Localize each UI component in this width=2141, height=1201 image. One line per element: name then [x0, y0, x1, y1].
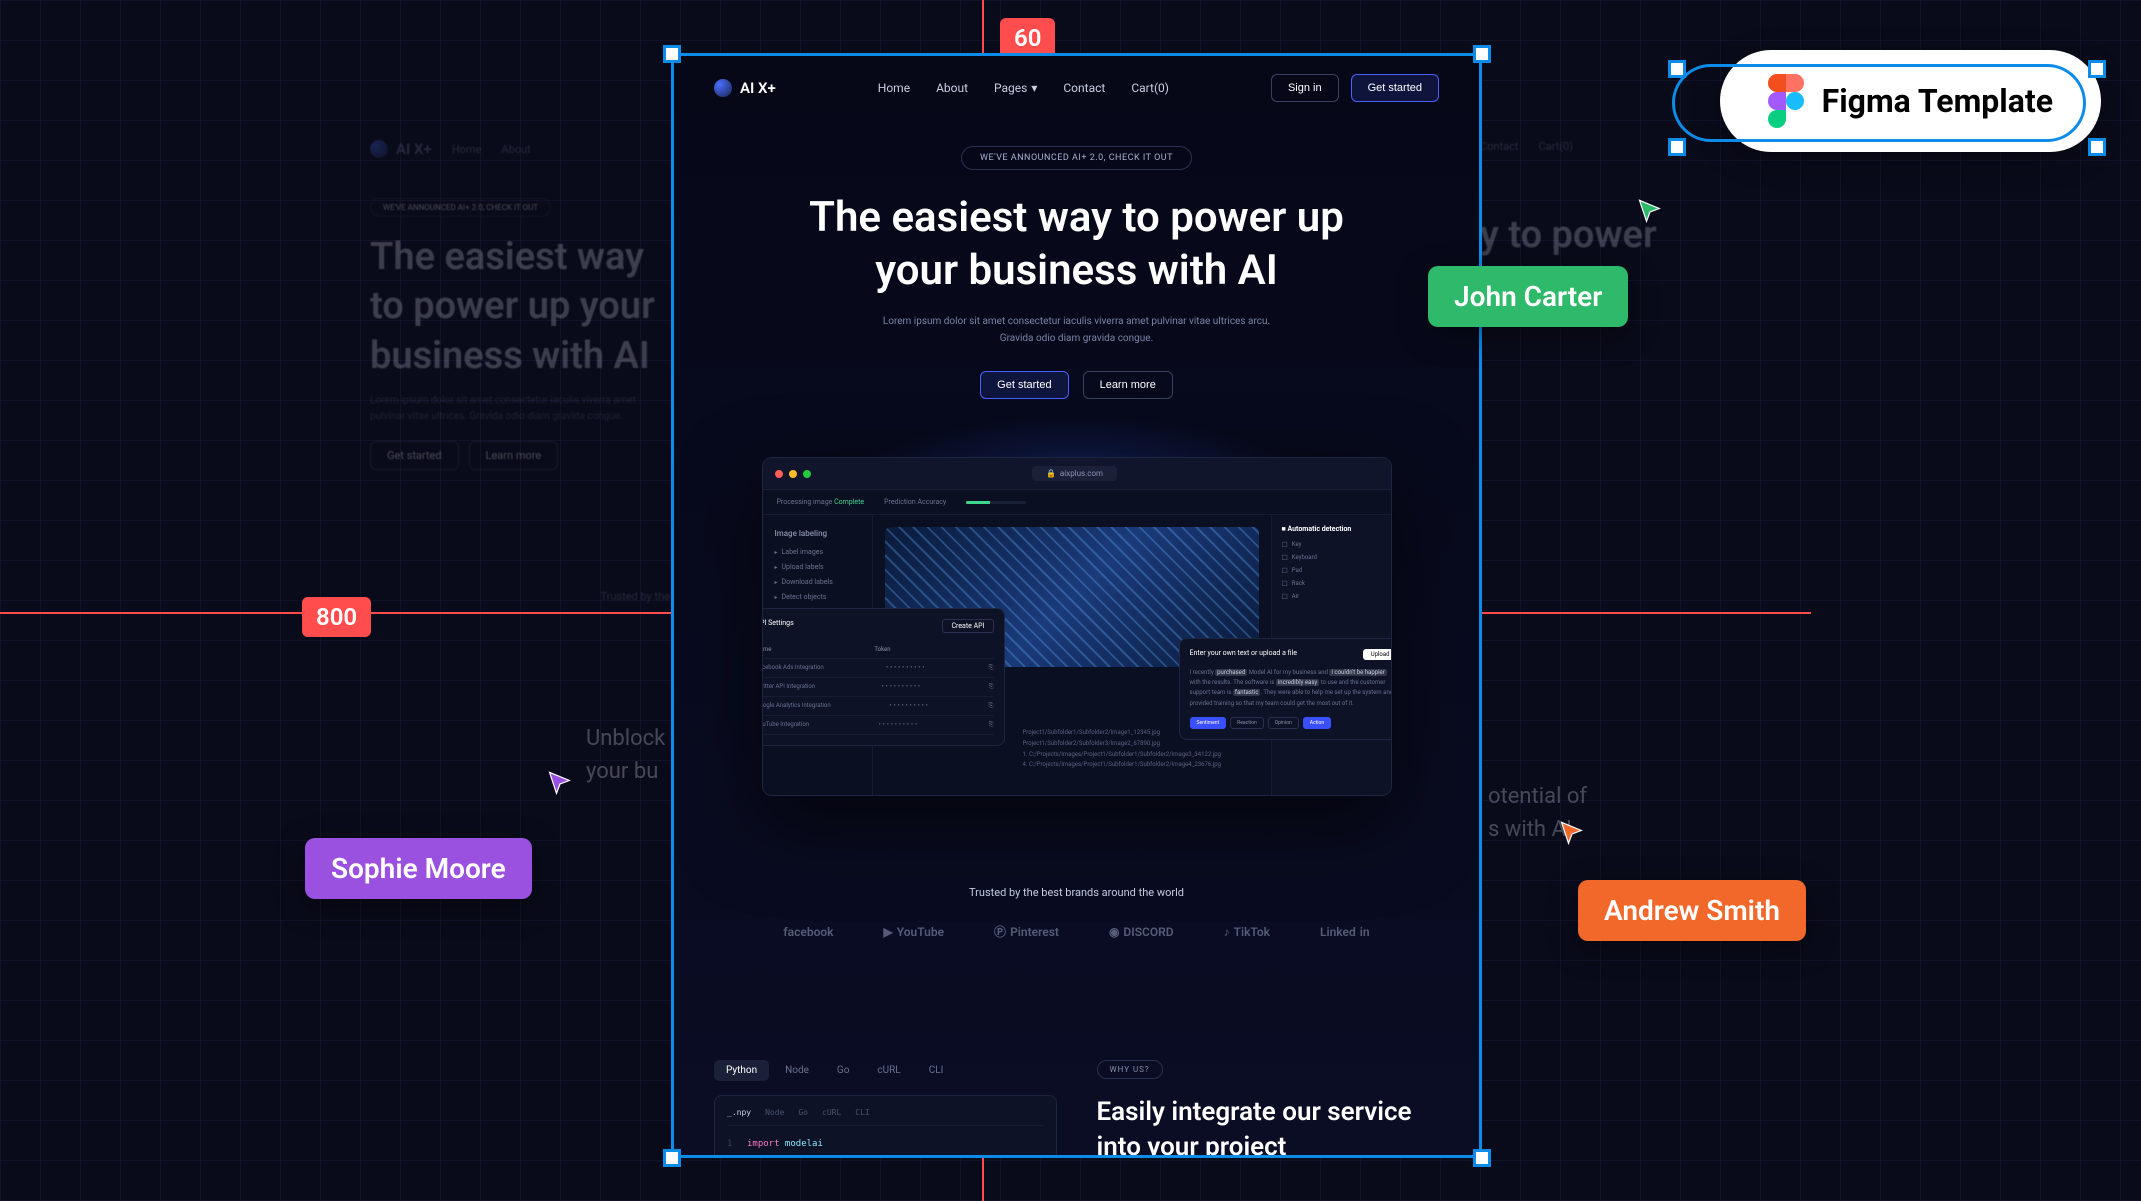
guide-measurement-left: 800	[302, 597, 371, 637]
resize-handle-se[interactable]	[1473, 1149, 1491, 1167]
user-badge-andrew: Andrew Smith	[1578, 880, 1806, 941]
resize-handle[interactable]	[1668, 138, 1686, 156]
faded-text-unblock: Unblockyour bu	[586, 722, 665, 788]
resize-handle-sw[interactable]	[663, 1149, 681, 1167]
guide-measurement-top: 60	[1000, 18, 1055, 58]
user-badge-john: John Carter	[1428, 266, 1628, 327]
pill-selection-outline[interactable]	[1672, 64, 2086, 142]
background-frame-left: AI X+ HomeAbout WE'VE ANNOUNCED AI+ 2.0,…	[370, 140, 670, 603]
resize-handle-nw[interactable]	[663, 45, 681, 63]
resize-handle[interactable]	[2088, 60, 2106, 78]
resize-handle[interactable]	[2088, 138, 2106, 156]
cursor-john	[1636, 198, 1664, 226]
resize-handle-ne[interactable]	[1473, 45, 1491, 63]
background-frame-right: ContactCart(0) y to power	[1480, 140, 1910, 257]
user-badge-sophie: Sophie Moore	[305, 838, 532, 899]
cursor-sophie	[546, 770, 574, 798]
cursor-andrew	[1558, 820, 1586, 848]
selection-outline[interactable]	[671, 53, 1482, 1158]
